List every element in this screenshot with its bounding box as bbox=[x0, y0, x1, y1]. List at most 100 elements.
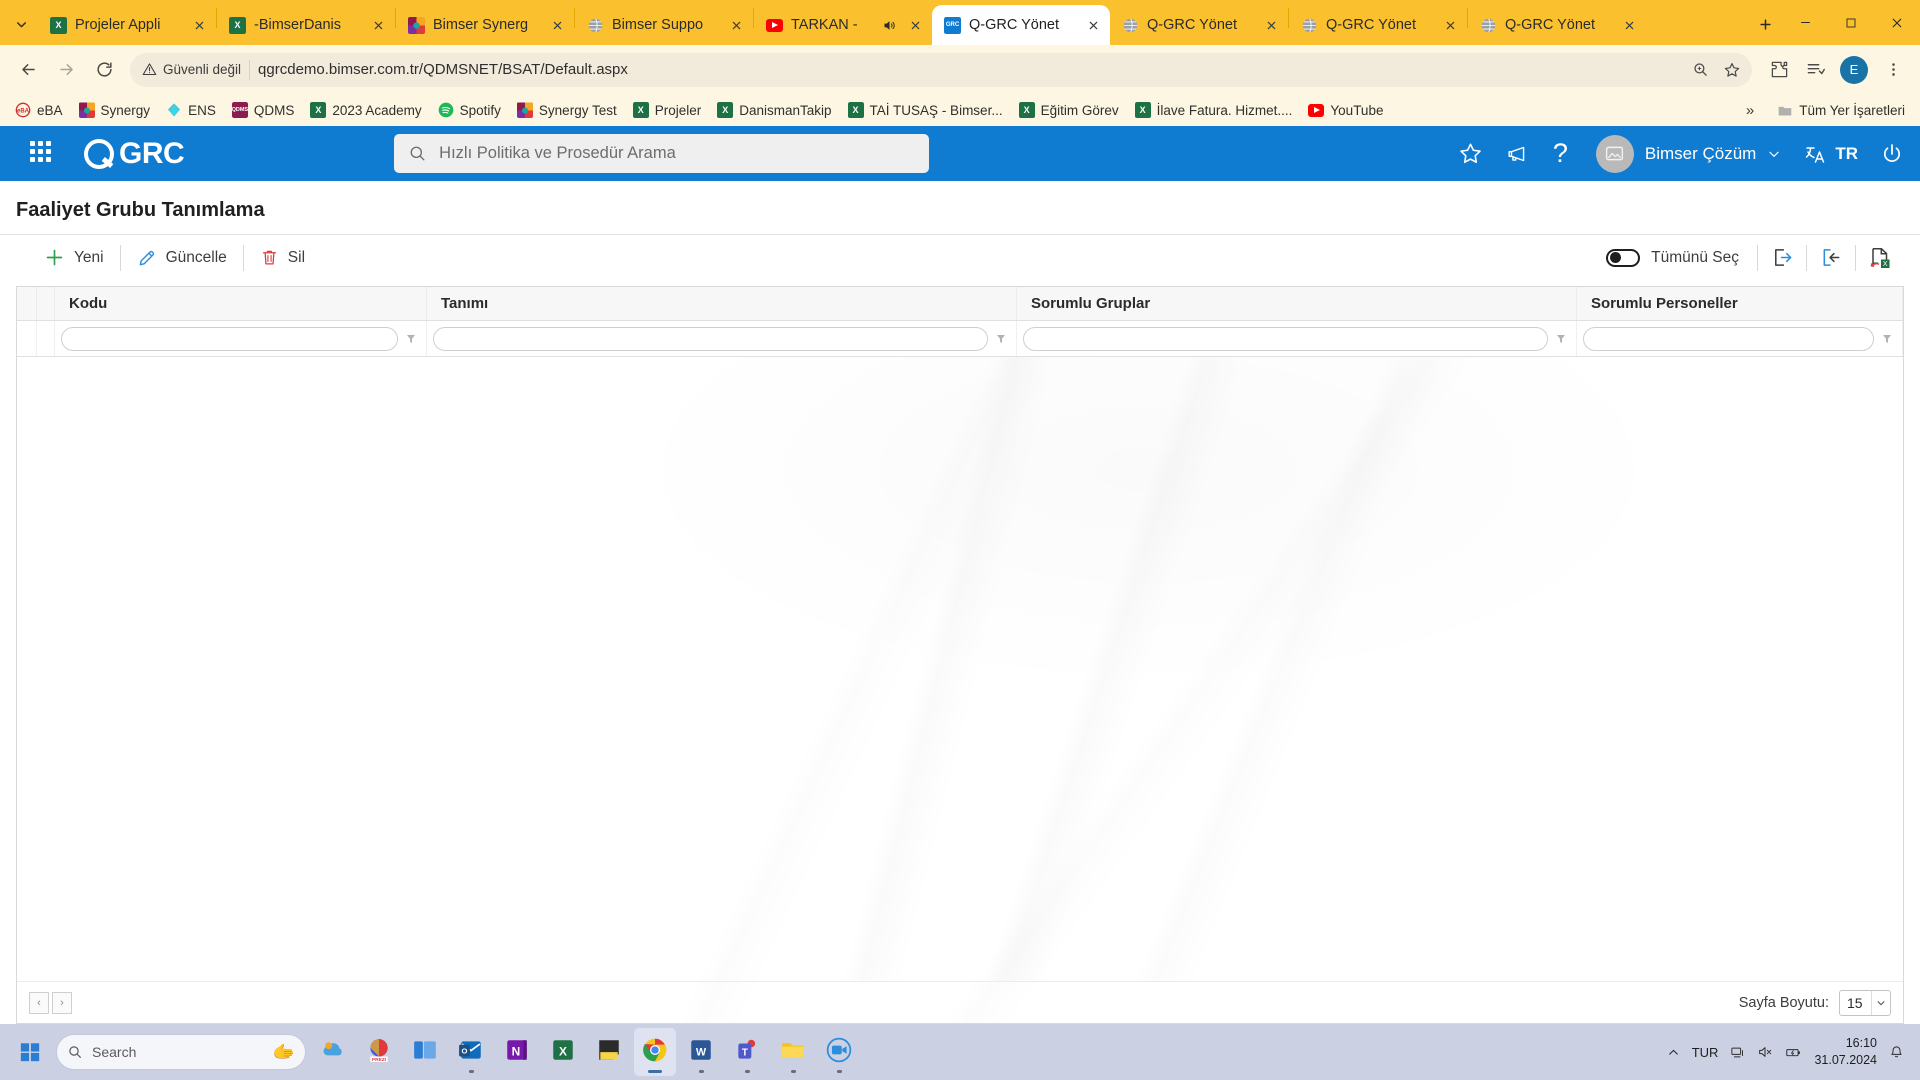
windows-start-icon[interactable] bbox=[10, 1032, 50, 1072]
tab-close-icon[interactable] bbox=[1262, 16, 1280, 34]
tab-audio-playing-icon[interactable] bbox=[880, 18, 898, 33]
taskbar-app-task-view[interactable] bbox=[404, 1028, 446, 1076]
tab-search-chevron-down-icon[interactable] bbox=[4, 7, 38, 41]
bookmark-item[interactable]: X TAİ TUSAŞ - Bimser... bbox=[841, 99, 1010, 121]
bookmark-item[interactable]: X İlave Fatura. Hizmet.... bbox=[1128, 99, 1300, 121]
taskbar-app-zoom-app[interactable] bbox=[818, 1028, 860, 1076]
taskbar-clock[interactable]: 16:10 31.07.2024 bbox=[1814, 1035, 1877, 1069]
tab-close-icon[interactable] bbox=[190, 16, 208, 34]
power-icon[interactable] bbox=[1880, 142, 1904, 166]
import-button[interactable] bbox=[1807, 235, 1855, 281]
url-text[interactable]: qgrcdemo.bimser.com.tr/QDMSNET/BSAT/Defa… bbox=[258, 61, 1678, 78]
tab-close-icon[interactable] bbox=[1441, 16, 1459, 34]
taskbar-app-prezi[interactable]: PREZI bbox=[358, 1028, 400, 1076]
bookmark-item[interactable]: Synergy bbox=[72, 99, 158, 121]
page-size-select[interactable]: 15 bbox=[1839, 989, 1891, 1016]
bookmark-item[interactable]: ENS bbox=[159, 99, 223, 121]
bookmarks-overflow-icon[interactable]: » bbox=[1740, 102, 1760, 119]
grid-column-header[interactable]: Kodu bbox=[55, 287, 427, 320]
window-maximize-button[interactable] bbox=[1828, 0, 1874, 45]
filter-input[interactable] bbox=[433, 326, 988, 351]
tab-close-icon[interactable] bbox=[369, 16, 387, 34]
browser-tab[interactable]: TARKAN - bbox=[754, 5, 932, 45]
chevron-up-icon[interactable] bbox=[1667, 1046, 1680, 1059]
browser-tab[interactable]: Q-GRC Yönet bbox=[1468, 5, 1646, 45]
taskbar-app-teams[interactable]: T bbox=[726, 1028, 768, 1076]
bookmark-item[interactable]: Spotify bbox=[431, 99, 508, 121]
browser-tab-active[interactable]: GRC Q-GRC Yönet bbox=[932, 5, 1110, 45]
toggle-switch[interactable] bbox=[1606, 248, 1641, 267]
browser-tab[interactable]: X Projeler Appli bbox=[38, 5, 216, 45]
select-all-toggle[interactable]: Tümünü Seç bbox=[1606, 248, 1757, 267]
help-question-icon[interactable]: ? bbox=[1553, 140, 1568, 167]
forward-button[interactable] bbox=[48, 52, 84, 88]
next-page-button[interactable]: › bbox=[52, 991, 72, 1014]
grid-column-header[interactable]: Tanımı bbox=[427, 287, 1017, 320]
taskbar-app-widgets-weather[interactable] bbox=[312, 1028, 354, 1076]
browser-tab[interactable]: Q-GRC Yönet bbox=[1110, 5, 1288, 45]
bookmark-item[interactable]: X DanismanTakip bbox=[710, 99, 838, 121]
new-tab-button[interactable] bbox=[1748, 7, 1782, 41]
battery-icon[interactable] bbox=[1785, 1044, 1802, 1061]
announcements-megaphone-icon[interactable] bbox=[1505, 141, 1531, 167]
bookmark-star-icon[interactable] bbox=[1718, 56, 1746, 84]
bookmark-item[interactable]: X Eğitim Görev bbox=[1012, 99, 1126, 121]
volume-muted-icon[interactable] bbox=[1757, 1044, 1773, 1060]
browser-tab[interactable]: Q-GRC Yönet bbox=[1289, 5, 1467, 45]
tab-close-icon[interactable] bbox=[1620, 16, 1638, 34]
bell-icon[interactable] bbox=[1889, 1045, 1904, 1060]
network-icon[interactable] bbox=[1730, 1045, 1745, 1060]
tray-language[interactable]: TUR bbox=[1692, 1045, 1719, 1060]
reload-button[interactable] bbox=[86, 52, 122, 88]
tab-close-icon[interactable] bbox=[906, 16, 924, 34]
taskbar-app-outlook[interactable]: O bbox=[450, 1028, 492, 1076]
filter-input[interactable] bbox=[1583, 326, 1874, 351]
bookmark-item[interactable]: eBA eBA bbox=[8, 99, 70, 121]
taskbar-app-excel[interactable]: X bbox=[542, 1028, 584, 1076]
chrome-menu-button[interactable] bbox=[1876, 53, 1910, 87]
profile-avatar[interactable]: E bbox=[1840, 55, 1868, 84]
extensions-puzzle-icon[interactable] bbox=[1762, 53, 1796, 87]
bookmark-item[interactable]: YouTube bbox=[1301, 99, 1390, 121]
tab-close-icon[interactable] bbox=[1084, 16, 1102, 34]
export-button[interactable] bbox=[1758, 235, 1806, 281]
taskbar-app-sticky-notes[interactable] bbox=[588, 1028, 630, 1076]
bookmark-item[interactable]: X 2023 Academy bbox=[303, 99, 428, 121]
funnel-icon[interactable] bbox=[402, 332, 420, 346]
quick-search-input[interactable]: Hızlı Politika ve Prosedür Arama bbox=[394, 134, 930, 173]
language-selector[interactable]: TR bbox=[1803, 142, 1858, 166]
apps-grid-icon[interactable] bbox=[30, 140, 56, 167]
filter-input[interactable] bbox=[61, 326, 398, 351]
update-button[interactable]: Güncelle bbox=[121, 235, 243, 280]
excel-export-button[interactable]: X bbox=[1856, 235, 1904, 281]
reading-list-icon[interactable] bbox=[1798, 53, 1832, 87]
back-button[interactable] bbox=[10, 52, 46, 88]
omnibox[interactable]: Güvenli değil qgrcdemo.bimser.com.tr/QDM… bbox=[130, 52, 1752, 87]
prev-page-button[interactable]: ‹ bbox=[29, 991, 49, 1014]
grid-column-header[interactable]: Sorumlu Personeller bbox=[1577, 287, 1903, 320]
funnel-icon[interactable] bbox=[1552, 332, 1570, 346]
bookmark-item[interactable]: Synergy Test bbox=[510, 99, 624, 121]
filter-input[interactable] bbox=[1023, 326, 1548, 351]
tab-close-icon[interactable] bbox=[727, 16, 745, 34]
window-minimize-button[interactable] bbox=[1782, 0, 1828, 45]
new-button[interactable]: Yeni bbox=[28, 235, 120, 280]
security-indicator[interactable]: Güvenli değil bbox=[142, 62, 241, 77]
browser-tab[interactable]: X -BimserDanis bbox=[217, 5, 395, 45]
taskbar-app-onenote[interactable]: N bbox=[496, 1028, 538, 1076]
favorites-star-icon[interactable] bbox=[1458, 141, 1483, 166]
tab-close-icon[interactable] bbox=[548, 16, 566, 34]
funnel-icon[interactable] bbox=[992, 332, 1010, 346]
bookmark-item[interactable]: X Projeler bbox=[626, 99, 709, 121]
bookmark-item[interactable]: QDMS QDMS bbox=[225, 99, 302, 121]
funnel-icon[interactable] bbox=[1878, 332, 1896, 346]
grid-column-header[interactable]: Sorumlu Gruplar bbox=[1017, 287, 1577, 320]
delete-button[interactable]: Sil bbox=[244, 235, 321, 280]
zoom-magnifier-icon[interactable] bbox=[1686, 56, 1714, 84]
taskbar-app-word[interactable]: W bbox=[680, 1028, 722, 1076]
taskbar-search[interactable]: Search 🫱 bbox=[56, 1034, 306, 1070]
user-menu[interactable]: Bimser Çözüm bbox=[1595, 134, 1781, 173]
window-close-button[interactable] bbox=[1874, 0, 1920, 45]
browser-tab[interactable]: Bimser Suppo bbox=[575, 5, 753, 45]
taskbar-app-chrome[interactable] bbox=[634, 1028, 676, 1076]
